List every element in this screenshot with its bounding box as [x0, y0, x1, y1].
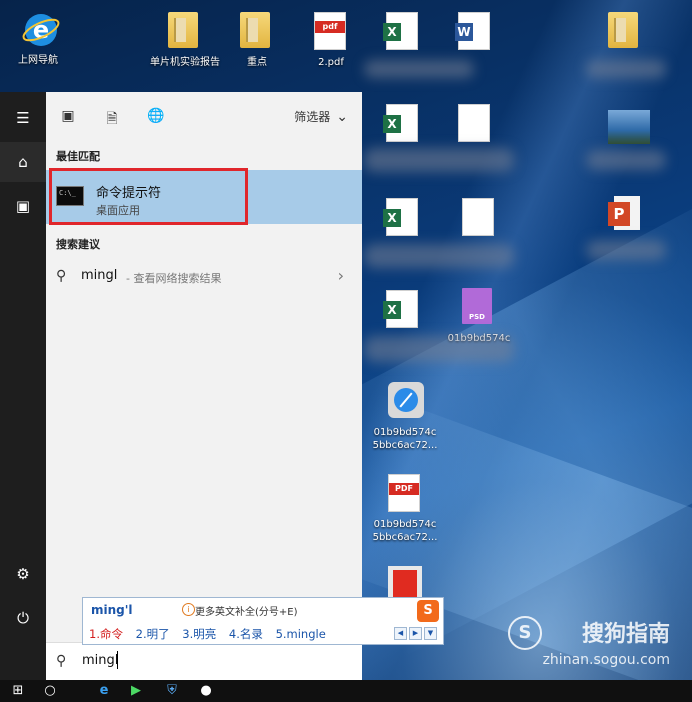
ime-prev-page-icon[interactable]: ◀ — [394, 627, 407, 640]
desktop-icon-image[interactable] — [582, 110, 668, 154]
web-filter-icon[interactable]: 🌐 — [146, 108, 166, 128]
home-icon[interactable]: ⌂ — [0, 142, 46, 182]
blurred-label — [586, 150, 666, 170]
search-icon: ⚲ — [56, 268, 67, 284]
suggestions-header: 搜索建议 — [56, 238, 100, 251]
windows-start-icon[interactable]: ⊞ — [6, 682, 30, 700]
highlight-annotation-box — [49, 168, 248, 225]
desktop-icon-folder[interactable] — [582, 12, 668, 56]
desktop-icon-ie[interactable]: e 上网导航 — [0, 10, 81, 67]
ime-candidate[interactable]: 2.明了 — [136, 627, 170, 641]
excel-file-icon: X — [383, 290, 418, 328]
sogou-watermark-logo: S — [508, 616, 542, 650]
ime-page-nav: ◀ ▶ ▼ — [394, 627, 437, 640]
ime-candidate[interactable]: 3.明亮 — [182, 627, 216, 641]
ime-candidates: 1.命令 2.明了 3.明亮 4.名录 5.mingle — [89, 626, 335, 642]
search-toolbar: ▣ 🗎 🌐 筛选器 ⌄ — [46, 92, 362, 142]
filter-dropdown[interactable]: 筛选器 ⌄ — [294, 108, 348, 125]
blurred-label — [364, 336, 514, 362]
best-match-header: 最佳匹配 — [56, 150, 100, 163]
play-store-icon[interactable]: ▶ — [124, 682, 148, 700]
watermark-title: 搜狗指南 — [581, 622, 670, 647]
chevron-down-icon: ⌄ — [336, 108, 348, 125]
search-input[interactable]: mingl — [82, 653, 118, 668]
word-file-icon: W — [455, 12, 490, 50]
blurred-label — [364, 148, 514, 172]
image-file-icon — [608, 110, 650, 144]
suggestion-description: - 查看网络搜索结果 — [126, 272, 222, 285]
ime-candidate[interactable]: 1.命令 — [89, 627, 123, 641]
excel-file-icon: X — [383, 12, 418, 50]
desktop-icon-label: 01b9bd574c 5bbc6ac72... — [372, 427, 438, 451]
apps-filter-icon[interactable]: ▣ — [58, 108, 78, 128]
document-file-icon — [462, 198, 494, 236]
excel-file-icon: X — [383, 198, 418, 236]
sogou-logo-icon: S — [417, 600, 439, 622]
taskbar: ⊞ ○ e ▶ ⛨ ● — [0, 680, 692, 702]
desktop-icon-excel[interactable]: X — [360, 198, 446, 242]
search-icon: ⚲ — [56, 653, 67, 669]
start-menu-rail: ☰ ⌂ ▣ ⚙ ⏻ — [0, 92, 46, 680]
folder-icon — [168, 12, 198, 48]
ime-candidate-window: ming'l i 更多英文补全(分号+E) 1.命令 2.明了 3.明亮 4.名… — [82, 597, 444, 645]
watermark-url: zhinan.sogou.com — [542, 652, 670, 668]
ime-next-page-icon[interactable]: ▶ — [409, 627, 422, 640]
chevron-right-icon[interactable]: › — [338, 266, 344, 285]
desktop-icon-label: 01b9bd574c 5bbc6ac72... — [372, 519, 438, 543]
desktop-icon-document[interactable] — [436, 198, 522, 242]
ime-expand-icon[interactable]: ▼ — [424, 627, 437, 640]
edge-icon[interactable]: e — [92, 682, 116, 700]
document-file-icon — [458, 104, 490, 142]
desktop-icon-label: 2.pdf — [318, 57, 344, 68]
blurred-label — [364, 60, 474, 78]
powerpoint-file-icon: P — [608, 196, 642, 232]
pdf-file-icon: pdf — [314, 12, 346, 50]
desktop-icon-excel[interactable]: X — [360, 290, 446, 334]
ime-tip[interactable]: 更多英文补全(分号+E) — [195, 603, 298, 618]
info-icon: i — [182, 603, 195, 616]
blurred-label — [364, 244, 514, 268]
pdf-file-icon: PDF — [388, 474, 420, 512]
search-box[interactable]: ⚲ mingl — [46, 642, 362, 681]
security-shield-icon[interactable]: ⛨ — [160, 682, 184, 700]
desktop-icon-powerpoint[interactable]: P — [582, 196, 668, 240]
folder-icon — [240, 12, 270, 48]
text-caret — [117, 651, 118, 669]
desktop-icon-word[interactable]: W — [432, 12, 518, 56]
ime-candidate[interactable]: 5.mingle — [276, 627, 326, 641]
suggestion-query: mingl — [81, 268, 118, 283]
desktop-icon-document[interactable] — [432, 104, 518, 148]
cortana-icon[interactable]: ○ — [38, 682, 62, 700]
ime-candidate[interactable]: 4.名录 — [229, 627, 263, 641]
desktop-icon-safari[interactable]: 01b9bd574c 5bbc6ac72... — [362, 382, 448, 452]
web-suggestion-item[interactable]: ⚲ mingl - 查看网络搜索结果 › — [46, 262, 362, 292]
settings-icon[interactable]: ⚙ — [0, 554, 46, 594]
psd-file-icon: PSD — [462, 288, 492, 324]
desktop-icon-pdf[interactable]: PDF 01b9bd574c 5bbc6ac72... — [362, 474, 448, 544]
filter-label: 筛选器 — [294, 110, 331, 124]
documents-filter-icon[interactable]: 🗎 — [102, 108, 122, 128]
safari-icon — [388, 382, 424, 418]
qq-icon[interactable]: ● — [194, 682, 218, 700]
ie-icon: e — [21, 10, 60, 50]
blurred-label — [586, 240, 666, 260]
blurred-label — [586, 60, 666, 78]
desktop-icon-label: 上网导航 — [18, 55, 58, 66]
power-icon[interactable]: ⏻ — [0, 598, 46, 638]
folder-icon — [608, 12, 638, 48]
ime-composition: ming'l — [91, 603, 133, 617]
document-icon[interactable]: ▣ — [0, 186, 46, 226]
excel-file-icon: X — [383, 104, 418, 142]
hamburger-icon[interactable]: ☰ — [0, 98, 46, 138]
